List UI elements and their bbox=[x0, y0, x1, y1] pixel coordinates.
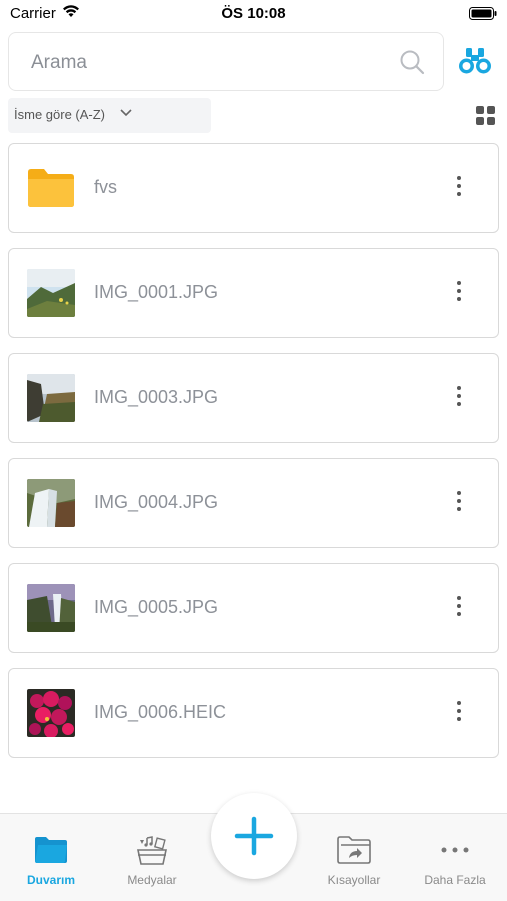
folder-row[interactable]: fvs bbox=[8, 143, 499, 233]
image-thumbnail bbox=[27, 584, 75, 632]
battery-icon bbox=[469, 7, 497, 20]
sort-label: İsme göre (A-Z) bbox=[14, 107, 106, 122]
more-vertical-icon[interactable] bbox=[451, 176, 467, 200]
image-thumbnail bbox=[27, 689, 75, 737]
search-input[interactable] bbox=[29, 33, 393, 92]
plus-icon bbox=[234, 816, 274, 856]
more-vertical-icon[interactable] bbox=[451, 701, 467, 725]
file-row[interactable]: IMG_0006.HEIC bbox=[8, 668, 499, 758]
file-row[interactable]: IMG_0004.JPG bbox=[8, 458, 499, 548]
more-vertical-icon[interactable] bbox=[451, 386, 467, 410]
tab-label: Daha Fazla bbox=[424, 873, 486, 887]
tab-medyalar[interactable]: Medyalar bbox=[107, 814, 197, 901]
file-row[interactable]: IMG_0005.JPG bbox=[8, 563, 499, 653]
file-name: IMG_0001.JPG bbox=[94, 282, 219, 302]
file-name: IMG_0006.HEIC bbox=[94, 702, 227, 722]
more-vertical-icon[interactable] bbox=[451, 596, 467, 620]
image-thumbnail bbox=[27, 269, 75, 317]
tab-duvarim[interactable]: Duvarım bbox=[6, 814, 96, 901]
file-name: IMG_0003.JPG bbox=[94, 387, 219, 407]
grid-view-icon[interactable] bbox=[476, 106, 496, 126]
tab-label: Medyalar bbox=[127, 873, 177, 887]
media-icon bbox=[137, 836, 167, 865]
tab-daha-fazla[interactable]: Daha Fazla bbox=[410, 814, 500, 901]
sort-dropdown[interactable]: İsme göre (A-Z) bbox=[8, 98, 211, 133]
image-thumbnail bbox=[27, 479, 75, 527]
file-name: IMG_0005.JPG bbox=[94, 597, 219, 617]
clock: ÖS 10:08 bbox=[221, 5, 286, 22]
file-name: IMG_0004.JPG bbox=[94, 492, 219, 512]
add-button[interactable] bbox=[211, 793, 297, 879]
status-bar: Carrier ÖS 10:08 bbox=[0, 0, 507, 28]
search-icon[interactable] bbox=[399, 49, 425, 75]
file-row[interactable]: IMG_0003.JPG bbox=[8, 353, 499, 443]
tab-label: Kısayollar bbox=[327, 873, 381, 887]
file-name: fvs bbox=[94, 177, 118, 197]
chevron-down-icon bbox=[120, 109, 132, 117]
tab-kisayollar[interactable]: Kısayollar bbox=[309, 814, 399, 901]
binoculars-icon[interactable] bbox=[458, 46, 492, 76]
image-thumbnail bbox=[27, 374, 75, 422]
tab-label: Duvarım bbox=[26, 873, 76, 887]
more-vertical-icon[interactable] bbox=[451, 491, 467, 515]
more-vertical-icon[interactable] bbox=[451, 281, 467, 305]
shortcut-folder-icon bbox=[337, 836, 371, 864]
more-horizontal-icon bbox=[441, 847, 469, 853]
folder-icon bbox=[35, 837, 67, 863]
file-row[interactable]: IMG_0001.JPG bbox=[8, 248, 499, 338]
search-box[interactable] bbox=[8, 32, 444, 92]
folder-icon bbox=[28, 169, 74, 207]
